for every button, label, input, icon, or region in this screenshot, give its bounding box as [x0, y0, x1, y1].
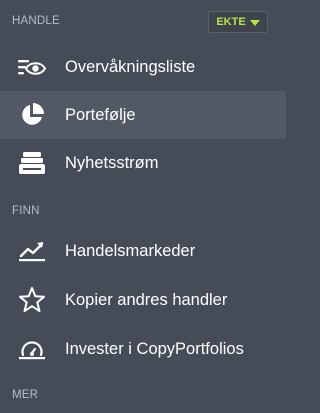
nav-label-markets: Handelsmarkeder — [65, 241, 196, 260]
section-header-discover: FINN — [12, 205, 40, 217]
nav-label-portfolio: Portefølje — [65, 105, 136, 124]
section-header-more: MER — [12, 389, 39, 401]
nav-label-newsfeed: Nyhetsstrøm — [65, 153, 159, 172]
newsfeed-icon — [17, 148, 47, 178]
pie-chart-icon — [17, 100, 47, 130]
nav-item-watchlist[interactable]: Overvåkningsliste — [0, 43, 286, 91]
nav-item-copyportfolios[interactable]: Invester i CopyPortfolios — [0, 325, 286, 373]
nav-label-copyportfolios: Invester i CopyPortfolios — [65, 339, 244, 358]
star-icon — [17, 285, 47, 315]
gauge-icon — [17, 334, 47, 364]
nav-item-copy-people[interactable]: Kopier andres handler — [0, 276, 286, 324]
eye-icon — [17, 52, 47, 82]
nav-item-markets[interactable]: Handelsmarkeder — [0, 227, 286, 275]
account-mode-label: EKTE — [216, 16, 246, 28]
caret-down-icon — [249, 19, 260, 26]
trend-chart-icon — [17, 236, 47, 266]
account-mode-dropdown[interactable]: EKTE — [208, 11, 268, 33]
nav-item-portfolio[interactable]: Portefølje — [0, 91, 286, 139]
nav-item-newsfeed[interactable]: Nyhetsstrøm — [0, 139, 286, 187]
nav-label-copy-people: Kopier andres handler — [65, 290, 228, 309]
nav-label-watchlist: Overvåkningsliste — [65, 57, 196, 76]
